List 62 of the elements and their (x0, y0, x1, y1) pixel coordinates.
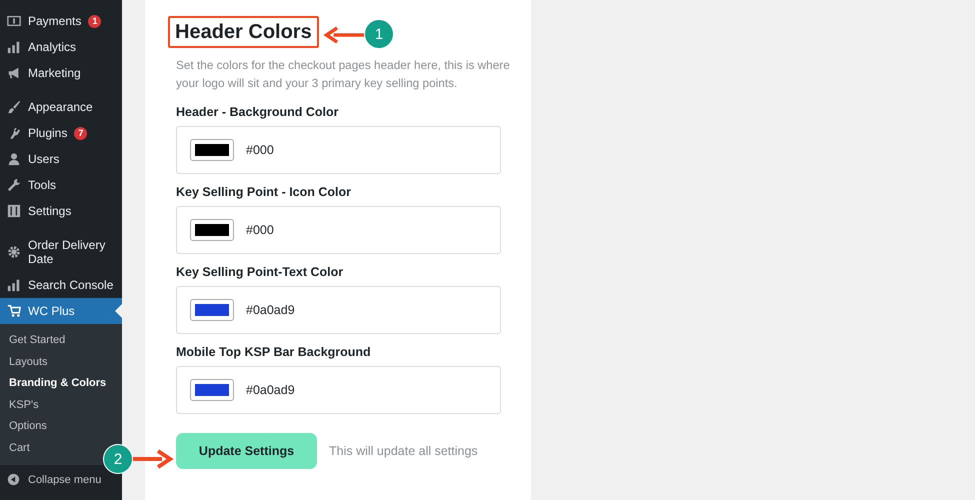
menu-label: Analytics (28, 40, 76, 54)
menu-label: Payments (28, 14, 82, 28)
section-title: Header Colors (168, 16, 319, 48)
color-value: #000 (246, 143, 274, 157)
user-icon (7, 152, 21, 166)
gear-icon (7, 245, 21, 259)
section-description: Set the colors for the checkout pages header here, this is where your logo will sit and your 3 primary key selling points. (176, 57, 511, 92)
arrow-icon (323, 25, 367, 45)
cart-icon (7, 304, 21, 318)
collapse-icon (7, 473, 20, 486)
menu-item[interactable]: Plugins 7 (0, 120, 122, 146)
field-label: Key Selling Point - Icon Color (176, 185, 352, 199)
color-swatch[interactable] (190, 299, 234, 321)
menu-label: Settings (28, 204, 72, 218)
bar-chart-icon (7, 278, 21, 292)
color-value: #0a0ad9 (246, 303, 295, 317)
color-field[interactable]: #000 (176, 206, 501, 254)
menu-label: WC Plus (28, 304, 75, 318)
color-value: #0a0ad9 (246, 383, 295, 397)
menu-label: Appearance (28, 100, 93, 114)
menu-item[interactable]: Analytics (0, 34, 122, 60)
color-swatch[interactable] (190, 379, 234, 401)
submenu-item[interactable]: Cart (0, 438, 39, 459)
megaphone-icon (7, 66, 21, 80)
menu-item[interactable]: WC Plus (0, 298, 122, 324)
color-swatch[interactable] (190, 219, 234, 241)
menu-item[interactable]: Marketing (0, 60, 122, 86)
field-label: Header - Background Color (176, 105, 340, 119)
menu-item[interactable]: Appearance (0, 94, 122, 120)
menu-label: Search Console (28, 278, 114, 292)
sliders-icon (7, 204, 21, 218)
count-badge: 1 (88, 14, 102, 28)
button-note: This will update all settings (329, 444, 478, 458)
menu-label: Order Delivery Date (28, 238, 106, 266)
count-badge: 7 (74, 126, 88, 140)
submenu-item[interactable]: Branding & Colors (0, 373, 116, 394)
menu-item[interactable]: Search Console (0, 272, 122, 298)
color-value: #000 (246, 223, 274, 237)
menu-label: Users (28, 152, 60, 166)
submenu-item[interactable]: Get Started (0, 330, 74, 352)
menu-item[interactable]: Tools (0, 172, 122, 198)
menu-item[interactable]: Payments 1 (0, 8, 122, 34)
menu-label: Tools (28, 178, 56, 192)
color-field[interactable]: #0a0ad9 (176, 366, 501, 414)
submenu-item[interactable]: KSP's (0, 394, 48, 416)
field-label: Mobile Top KSP Bar Background (176, 345, 372, 359)
menu-item[interactable]: Order Delivery Date (0, 232, 122, 272)
submenu-item[interactable]: Options (0, 416, 56, 438)
menu-label: Plugins (28, 126, 68, 140)
step-number: 2 (103, 444, 133, 474)
color-field[interactable]: #000 (176, 126, 501, 174)
menu-item[interactable]: Settings (0, 198, 122, 224)
menu-label: Marketing (28, 66, 81, 80)
brush-icon (7, 100, 21, 114)
submenu-item[interactable]: Layouts (0, 352, 57, 373)
color-field[interactable]: #0a0ad9 (176, 286, 501, 334)
field-label: Key Selling Point-Text Color (176, 265, 344, 279)
color-swatch[interactable] (190, 139, 234, 161)
wrench-icon (7, 178, 21, 192)
update-settings-button[interactable]: Update Settings (176, 433, 317, 469)
menu-item[interactable]: Users (0, 146, 122, 172)
bar-chart-icon (7, 40, 21, 54)
